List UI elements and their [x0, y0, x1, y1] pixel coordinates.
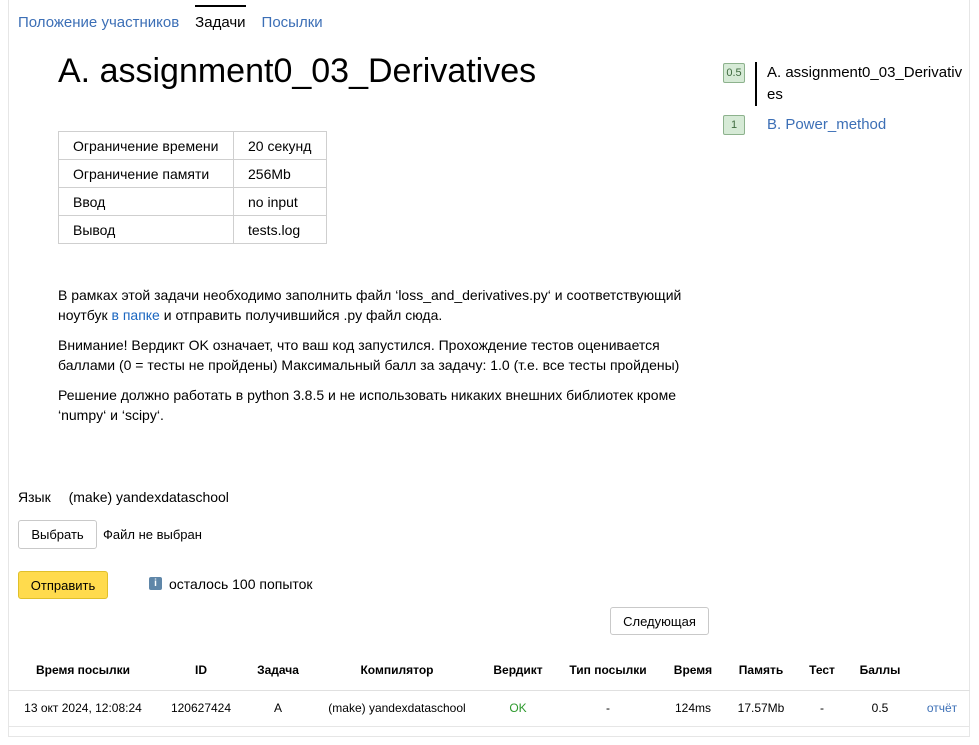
folder-link[interactable]: в папке: [112, 307, 160, 323]
limit-key: Ограничение памяти: [58, 159, 234, 188]
language-row: Язык (make) yandexdataschool: [18, 489, 229, 505]
language-label: Язык: [18, 489, 51, 505]
tab-standings[interactable]: Положение участников: [18, 13, 179, 33]
problem-statement: В рамках этой задачи необходимо заполнит…: [58, 285, 698, 435]
cell-verdict: OK: [482, 690, 554, 727]
problem-title: A. assignment0_03_Derivatives: [58, 52, 537, 90]
limit-key: Вывод: [58, 215, 234, 244]
limit-key: Ограничение времени: [58, 131, 234, 160]
limits-row: Ввод no input: [58, 187, 327, 216]
col-header: Компилятор: [312, 650, 482, 691]
statement-paragraph: Внимание! Вердикт OK означает, что ваш к…: [58, 337, 680, 373]
problem-list: 0.5 A. assignment0_03_Derivatives 1 B. P…: [723, 62, 973, 136]
problem-item-b[interactable]: 1 B. Power_method: [723, 114, 973, 136]
limit-value: no input: [233, 187, 327, 216]
language-value: (make) yandexdataschool: [68, 489, 229, 505]
limit-value: tests.log: [233, 215, 327, 244]
attempts-left: осталось 100 попыток: [169, 576, 313, 592]
cell-score: 0.5: [846, 690, 914, 727]
cell-type: -: [554, 690, 662, 727]
limits-row: Ограничение времени 20 секунд: [58, 131, 327, 160]
statement-paragraph: Решение должно работать в python 3.8.5 и…: [58, 387, 676, 423]
col-header: [914, 650, 970, 691]
statement-paragraph: В рамках этой задачи необходимо заполнит…: [58, 285, 698, 325]
problem-item-label[interactable]: B. Power_method: [767, 114, 886, 136]
limits-row: Ограничение памяти 256Mb: [58, 159, 327, 188]
tab-problems[interactable]: Задачи: [195, 5, 246, 33]
submissions-table: Время посылки ID Задача Компилятор Верди…: [8, 650, 970, 727]
statement-text: и отправить получившийся .py файл сюда.: [159, 307, 443, 323]
col-header: Время посылки: [8, 650, 158, 691]
problem-item-a[interactable]: 0.5 A. assignment0_03_Derivatives: [723, 62, 973, 106]
cell-memory: 17.57Mb: [724, 690, 798, 727]
info-icon: i: [149, 577, 162, 590]
col-header: Баллы: [846, 650, 914, 691]
col-header: Задача: [244, 650, 312, 691]
limit-key: Ввод: [58, 187, 234, 216]
cell-run-time: 124ms: [662, 690, 724, 727]
score-badge: 1: [723, 115, 745, 135]
limits-row: Вывод tests.log: [58, 215, 327, 244]
cell-time: 13 окт 2024, 12:08:24: [8, 690, 158, 727]
choose-file-button[interactable]: Выбрать: [18, 520, 97, 549]
col-header: Память: [724, 650, 798, 691]
col-header: Вердикт: [482, 650, 554, 691]
score-badge: 0.5: [723, 63, 745, 83]
limits-table: Ограничение времени 20 секунд Ограничени…: [58, 131, 327, 244]
limit-value: 20 секунд: [233, 131, 327, 160]
top-nav: Положение участников Задачи Посылки: [18, 5, 339, 33]
cell-test: -: [798, 690, 846, 727]
col-header: ID: [158, 650, 244, 691]
submit-button[interactable]: Отправить: [18, 571, 108, 599]
col-header: Время: [662, 650, 724, 691]
next-button[interactable]: Следующая: [610, 607, 709, 635]
col-header: Тип посылки: [554, 650, 662, 691]
limit-value: 256Mb: [233, 159, 327, 188]
file-status: Файл не выбран: [103, 527, 202, 542]
cell-id: 120627424: [158, 690, 244, 727]
cell-task: A: [244, 690, 312, 727]
col-header: Тест: [798, 650, 846, 691]
problem-item-label: A. assignment0_03_Derivatives: [755, 62, 965, 106]
report-link[interactable]: отчёт: [914, 690, 970, 727]
cell-compiler: (make) yandexdataschool: [312, 690, 482, 727]
table-row: 13 окт 2024, 12:08:24 120627424 A (make)…: [8, 690, 970, 727]
tab-submissions[interactable]: Посылки: [262, 13, 323, 33]
table-header-row: Время посылки ID Задача Компилятор Верди…: [8, 650, 970, 691]
